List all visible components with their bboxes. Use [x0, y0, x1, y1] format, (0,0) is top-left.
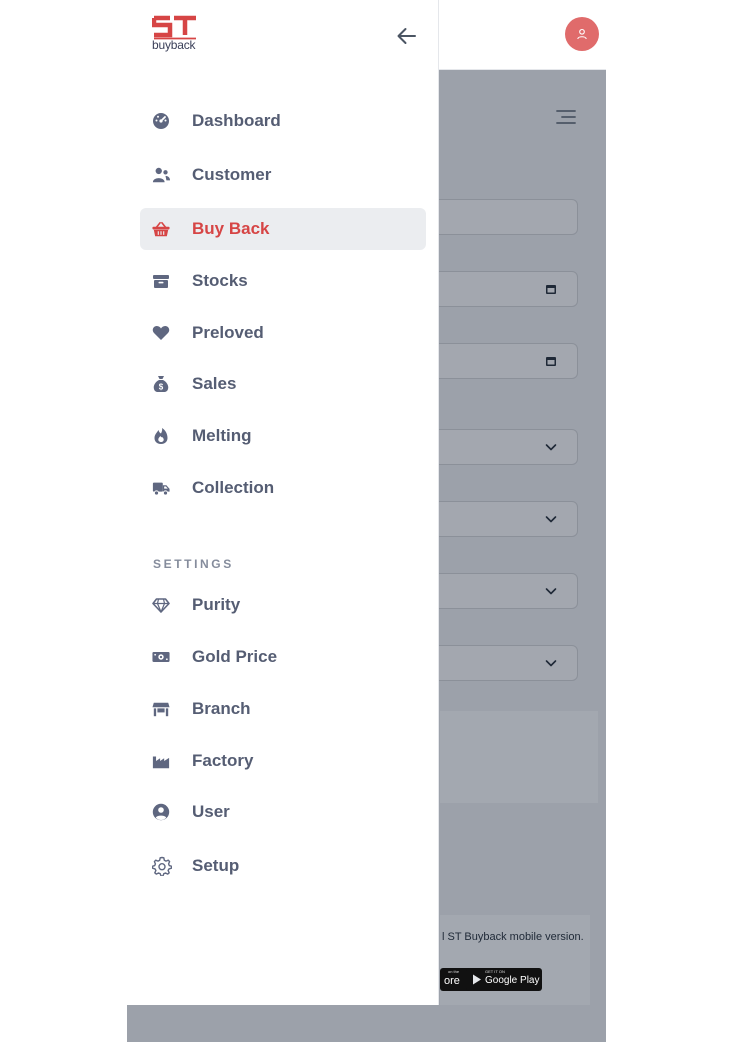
nav-item-setup[interactable]: Setup: [140, 845, 426, 887]
nav-item-factory[interactable]: Factory: [140, 740, 426, 782]
chevron-down-icon: [545, 588, 557, 595]
money-bag-icon: $: [153, 376, 169, 392]
back-arrow-icon[interactable]: [395, 24, 419, 48]
heart-icon: [152, 326, 170, 340]
nav-item-melting[interactable]: Melting: [140, 415, 426, 457]
logo-mark: [152, 15, 196, 40]
nav-item-purity[interactable]: Purity: [140, 584, 426, 626]
user-icon: [577, 28, 587, 40]
gear-icon: [152, 856, 172, 876]
gem-icon: [152, 598, 170, 613]
logo[interactable]: buyback: [152, 14, 212, 56]
select-input[interactable]: [430, 645, 578, 681]
chevron-down-icon: [545, 516, 557, 523]
users-icon: [152, 167, 170, 183]
settings-section-title: SETTINGS: [153, 557, 234, 571]
nav-item-sales[interactable]: $ Sales: [140, 363, 426, 405]
truck-icon: [152, 482, 170, 496]
sidebar: buyback Dashboard Customer Buy Back Stoc…: [127, 0, 439, 1005]
calendar-icon[interactable]: [543, 353, 559, 369]
factory-icon: [152, 756, 170, 769]
nav-item-user[interactable]: User: [140, 791, 426, 833]
dashboard-icon: [153, 113, 169, 129]
svg-text:$: $: [159, 383, 164, 392]
money-bill-icon: [152, 652, 170, 662]
play-icon: [473, 974, 481, 985]
select-input[interactable]: [430, 501, 578, 537]
chevron-down-icon: [545, 660, 557, 667]
nav-item-dashboard[interactable]: Dashboard: [140, 100, 426, 142]
avatar[interactable]: [565, 17, 599, 51]
mobile-promo: l ST Buyback mobile version. on the ore …: [440, 915, 590, 1005]
fire-icon: [154, 428, 168, 444]
nav-item-branch[interactable]: Branch: [140, 688, 426, 730]
chevron-down-icon: [545, 444, 557, 451]
date-input[interactable]: [430, 271, 578, 307]
nav-item-preloved[interactable]: Preloved: [140, 312, 426, 354]
logo-text: buyback: [152, 38, 196, 52]
date-input[interactable]: [430, 343, 578, 379]
basket-icon: [152, 221, 170, 237]
user-circle-icon: [152, 803, 170, 821]
nav-item-gold-price[interactable]: Gold Price: [140, 636, 426, 678]
box-icon: [153, 275, 169, 288]
nav-item-customer[interactable]: Customer: [140, 154, 426, 196]
nav-item-buy-back[interactable]: Buy Back: [140, 208, 426, 250]
select-input[interactable]: [430, 573, 578, 609]
text-input[interactable]: [430, 199, 578, 235]
nav-item-collection[interactable]: Collection: [140, 467, 426, 509]
info-card: [440, 711, 598, 803]
menu-icon[interactable]: [556, 108, 576, 126]
select-input[interactable]: [430, 429, 578, 465]
nav-item-stocks[interactable]: Stocks: [140, 260, 426, 302]
google-play-button[interactable]: GET IT ON Google Play: [466, 968, 542, 991]
calendar-icon[interactable]: [543, 281, 559, 297]
promo-text: l ST Buyback mobile version.: [442, 931, 584, 943]
store-icon: [152, 702, 170, 717]
